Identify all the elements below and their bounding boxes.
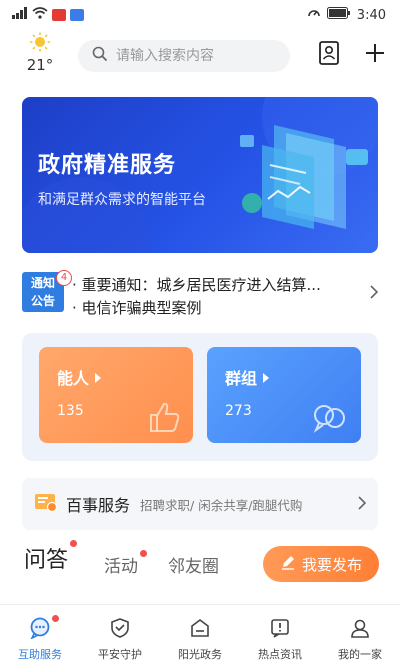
tab-label: 活动 [104,557,138,577]
publish-button[interactable]: 我要发布 [263,546,379,582]
card-count: 135 [57,403,84,419]
notice-item[interactable]: · 重要通知：城乡居民医疗进入结算... [72,274,321,295]
top-header: 21° [0,30,400,80]
tab-neighbors[interactable]: 邻友圈 [168,552,219,577]
card-groups[interactable]: 群组 273 [207,347,361,443]
chevron-right-icon [358,495,367,514]
service-row[interactable]: 百事服务 招聘求职/ 闲余共享/跑腿代购 [22,478,378,530]
search-bar[interactable] [78,40,290,72]
card-title: 群组 [225,369,258,388]
weather-widget[interactable]: 21° [18,32,62,74]
caret-right-icon [95,368,102,387]
government-icon [189,617,211,642]
shield-icon [109,617,131,642]
feature-cards: 能人 135 群组 273 [22,333,378,461]
service-title: 百事服务 [66,496,131,515]
plus-icon [364,42,386,68]
thumbs-up-icon [147,401,181,437]
contacts-icon [318,41,340,69]
status-bar-right: 3:40 [307,6,386,24]
add-button[interactable] [362,42,388,68]
nav-item-news[interactable]: 热点资讯 [240,605,320,667]
tab-activities[interactable]: 活动 [104,550,147,577]
pencil-icon [280,554,296,574]
card-title: 能人 [57,369,90,388]
nav-item-government[interactable]: 阳光政务 [160,605,240,667]
news-icon [269,617,291,642]
banner-subtitle: 和满足群众需求的智能平台 [38,192,206,208]
publish-label: 我要发布 [301,556,362,574]
bottom-navigation: 互助服务 平安守护 阳光政务 热点资讯 我的一家 [0,604,400,667]
sun-icon [29,32,51,56]
search-icon [92,46,108,66]
nav-item-my-family[interactable]: 我的一家 [320,605,400,667]
nav-label: 热点资讯 [258,648,302,661]
search-input[interactable] [116,48,276,64]
chevron-right-icon [370,284,379,303]
person-icon [349,617,371,642]
notification-app-icon-2 [70,9,84,21]
clock-time: 3:40 [356,7,386,23]
card-count: 273 [225,403,252,419]
notice-board[interactable]: 通知 公告 4 · 重要通知：城乡居民医疗进入结算... · 电信诈骗典型案例 [22,268,379,320]
notice-item[interactable]: · 电信诈骗典型案例 [72,297,202,318]
unread-dot [52,615,59,622]
notice-badge-line2: 公告 [30,294,55,308]
temperature: 21° [26,56,54,74]
unread-dot [140,550,147,557]
unread-dot [70,540,78,547]
tab-label: 邻友圈 [168,557,219,577]
service-icon [34,491,58,517]
battery-icon [326,7,351,23]
nav-label: 我的一家 [338,648,382,661]
app-screen: 3:40 21° 请输入搜索内容 政府精准服务 和满足群众需求的智能平台 通知 … [0,0,400,667]
tab-label: 问答 [24,548,69,573]
banner-title: 政府精准服务 [38,153,177,178]
content-tabs: 问答 活动 邻友圈 我要发布 [22,540,379,586]
nav-item-mutual-aid[interactable]: 互助服务 [0,605,80,667]
tab-qa[interactable]: 问答 [24,540,78,574]
notification-app-icon [52,9,66,21]
wifi-icon [32,7,48,23]
status-bar-left [12,7,84,23]
card-talents[interactable]: 能人 135 [39,347,193,443]
speed-icon [307,6,321,24]
notice-count-badge: 4 [56,270,72,286]
contacts-button[interactable] [316,41,342,69]
nav-label: 互助服务 [18,648,62,661]
caret-right-icon [263,368,270,387]
chat-icon [29,617,51,642]
status-bar: 3:40 [0,0,400,30]
service-description: 招聘求职/ 闲余共享/跑腿代购 [140,497,303,513]
nav-label: 阳光政务 [178,648,222,661]
nav-item-safety[interactable]: 平安守护 [80,605,160,667]
nav-label: 平安守护 [98,648,142,661]
promo-banner[interactable]: 政府精准服务 和满足群众需求的智能平台 [22,97,378,253]
chat-bubbles-icon [311,401,347,437]
signal-icon [12,7,28,23]
